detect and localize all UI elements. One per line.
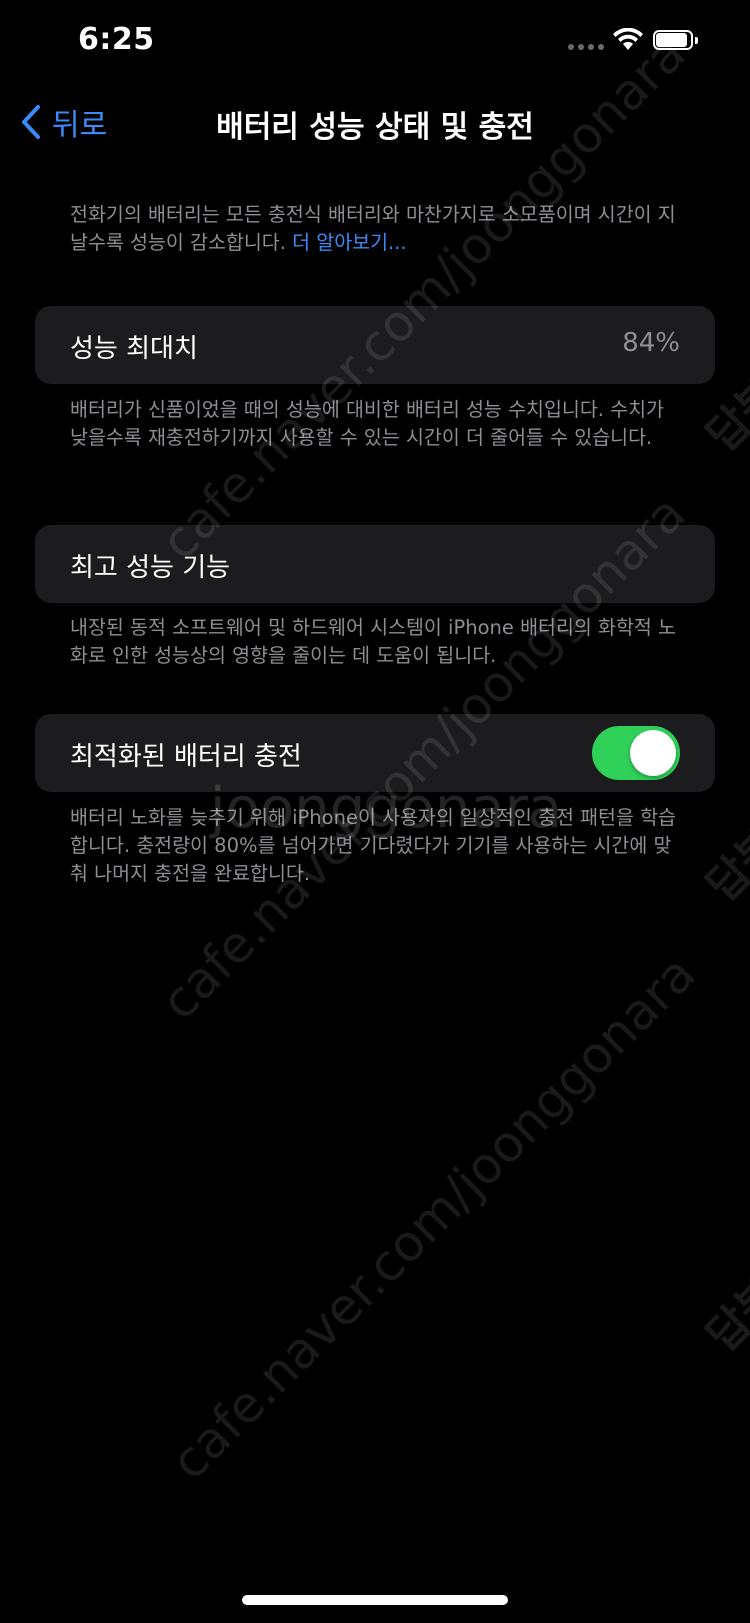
max-capacity-cell: 성능 최대치 84% — [35, 306, 715, 384]
max-capacity-label: 성능 최대치 — [70, 334, 198, 364]
learn-more-link[interactable]: 더 알아보기... — [292, 231, 407, 254]
optimized-charging-toggle[interactable] — [592, 726, 680, 780]
peak-performance-description: 내장된 동적 소프트웨어 및 하드웨어 시스템이 iPhone 배터리의 화학적… — [70, 616, 676, 667]
intro-description: 전화기의 배터리는 모든 충전식 배터리와 마찬가지로 소모품이며 시간이 지날… — [70, 201, 680, 257]
status-bar: 6:25 — [0, 0, 750, 90]
navigation-bar: 뒤로 배터리 성능 상태 및 충전 — [0, 90, 750, 150]
home-indicator[interactable] — [242, 1595, 508, 1605]
peak-performance-label: 최고 성능 기능 — [70, 553, 231, 583]
status-time: 6:25 — [78, 22, 155, 57]
wifi-icon — [613, 28, 643, 50]
cellular-signal-icon — [568, 44, 604, 50]
optimized-charging-description: 배터리 노화를 늦추기 위해 iPhone이 사용자의 일상적인 충전 패턴을 … — [70, 806, 676, 885]
optimized-charging-label: 최적화된 배터리 충전 — [70, 742, 302, 772]
battery-icon — [653, 30, 699, 52]
watermark-url: cafe.naver.com/joonggonara — [160, 944, 707, 1492]
page-title: 배터리 성능 상태 및 충전 — [216, 110, 534, 145]
peak-performance-cell[interactable]: 최고 성능 기능 — [35, 525, 715, 603]
watermark-side: 답봉 — [697, 1268, 750, 1362]
toggle-knob — [630, 730, 676, 776]
max-capacity-description: 배터리가 신품이었을 때의 성능에 대비한 배터리 성능 수치입니다. 수치가 … — [70, 398, 664, 449]
watermark-side: 답봉 — [697, 818, 750, 912]
optimized-charging-cell: 최적화된 배터리 충전 — [35, 714, 715, 792]
max-capacity-value: 84% — [622, 328, 680, 358]
